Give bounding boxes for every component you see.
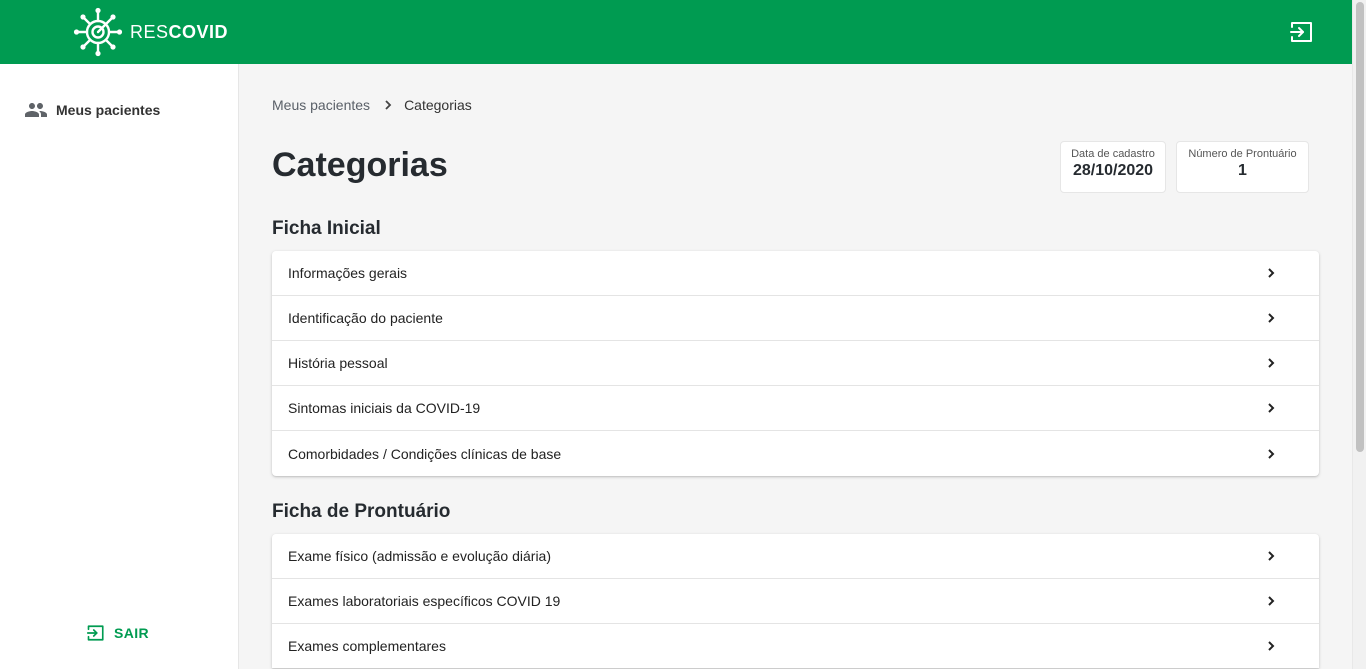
list-item-label: Informações gerais bbox=[288, 265, 408, 281]
list-item[interactable]: Informações gerais bbox=[272, 251, 1319, 296]
scrollbar-thumb[interactable] bbox=[1356, 2, 1364, 452]
sidebar-item-label: Meus pacientes bbox=[56, 102, 161, 118]
list-item[interactable]: Identificação do paciente bbox=[272, 296, 1319, 341]
chevron-right-icon bbox=[1267, 267, 1275, 279]
breadcrumb-link-meus-pacientes[interactable]: Meus pacientes bbox=[272, 97, 370, 113]
registration-date-label: Data de cadastro bbox=[1071, 148, 1155, 160]
chevron-right-icon bbox=[1267, 312, 1275, 324]
record-number-card: Número de Prontuário 1 bbox=[1176, 141, 1309, 193]
registration-date-value: 28/10/2020 bbox=[1072, 162, 1154, 179]
list-item[interactable]: Comorbidades / Condições clínicas de bas… bbox=[272, 431, 1319, 476]
record-number-label: Número de Prontuário bbox=[1188, 148, 1297, 160]
chevron-right-icon bbox=[384, 99, 392, 111]
list-item-label: Comorbidades / Condições clínicas de bas… bbox=[288, 445, 562, 462]
chevron-right-icon bbox=[1267, 357, 1275, 369]
category-list-ficha-inicial: Informações gerais Identificação do paci… bbox=[272, 251, 1319, 476]
list-item-label: Exames complementares bbox=[288, 638, 446, 654]
list-item-label: Exames laboratoriais específicos COVID 1… bbox=[288, 593, 561, 609]
logout-button[interactable]: SAIR bbox=[86, 624, 149, 642]
list-item-label: Exame físico (admissão e evolução diária… bbox=[288, 548, 552, 564]
record-number-value: 1 bbox=[1238, 162, 1247, 179]
registration-date-card: Data de cadastro 28/10/2020 bbox=[1060, 141, 1166, 193]
chevron-right-icon bbox=[1267, 402, 1275, 414]
breadcrumb: Meus pacientes Categorias bbox=[272, 97, 472, 113]
people-icon bbox=[25, 103, 47, 117]
sidebar: Meus pacientes SAIR bbox=[0, 64, 239, 669]
list-item[interactable]: Sintomas iniciais da COVID-19 bbox=[272, 386, 1319, 431]
page-scrollbar[interactable] bbox=[1352, 0, 1366, 669]
page-title: Categorias bbox=[272, 146, 448, 184]
chevron-right-icon bbox=[1267, 640, 1275, 652]
list-item-label: Sintomas iniciais da COVID-19 bbox=[288, 400, 481, 416]
logout-label: SAIR bbox=[114, 625, 150, 641]
breadcrumb-current: Categorias bbox=[404, 97, 472, 113]
exit-to-app-icon[interactable] bbox=[1289, 20, 1315, 44]
app-logo[interactable]: RESCOVID bbox=[72, 6, 228, 58]
sidebar-item-meus-pacientes[interactable]: Meus pacientes bbox=[24, 98, 160, 122]
top-app-bar: RESCOVID bbox=[0, 0, 1352, 64]
list-item-label: História pessoal bbox=[288, 355, 388, 371]
list-item[interactable]: Exames laboratoriais específicos COVID 1… bbox=[272, 579, 1319, 624]
list-item[interactable]: História pessoal bbox=[272, 341, 1319, 386]
exit-to-app-icon bbox=[86, 625, 104, 641]
app-name-prefix: RES bbox=[130, 21, 169, 42]
app-name-suffix: COVID bbox=[168, 21, 229, 42]
app-name: RESCOVID bbox=[130, 22, 228, 43]
list-item[interactable]: Exames complementares bbox=[272, 624, 1319, 668]
category-list-ficha-de-prontuario: Exame físico (admissão e evolução diária… bbox=[272, 534, 1319, 668]
chevron-right-icon bbox=[1267, 550, 1275, 562]
virus-logo-icon bbox=[73, 7, 123, 57]
list-item[interactable]: Exame físico (admissão e evolução diária… bbox=[272, 534, 1319, 579]
section-title-ficha-de-prontuario: Ficha de Prontuário bbox=[272, 501, 451, 522]
chevron-right-icon bbox=[1267, 595, 1275, 607]
chevron-right-icon bbox=[1267, 448, 1275, 460]
list-item-label: Identificação do paciente bbox=[288, 310, 443, 326]
section-title-ficha-inicial: Ficha Inicial bbox=[272, 218, 381, 239]
